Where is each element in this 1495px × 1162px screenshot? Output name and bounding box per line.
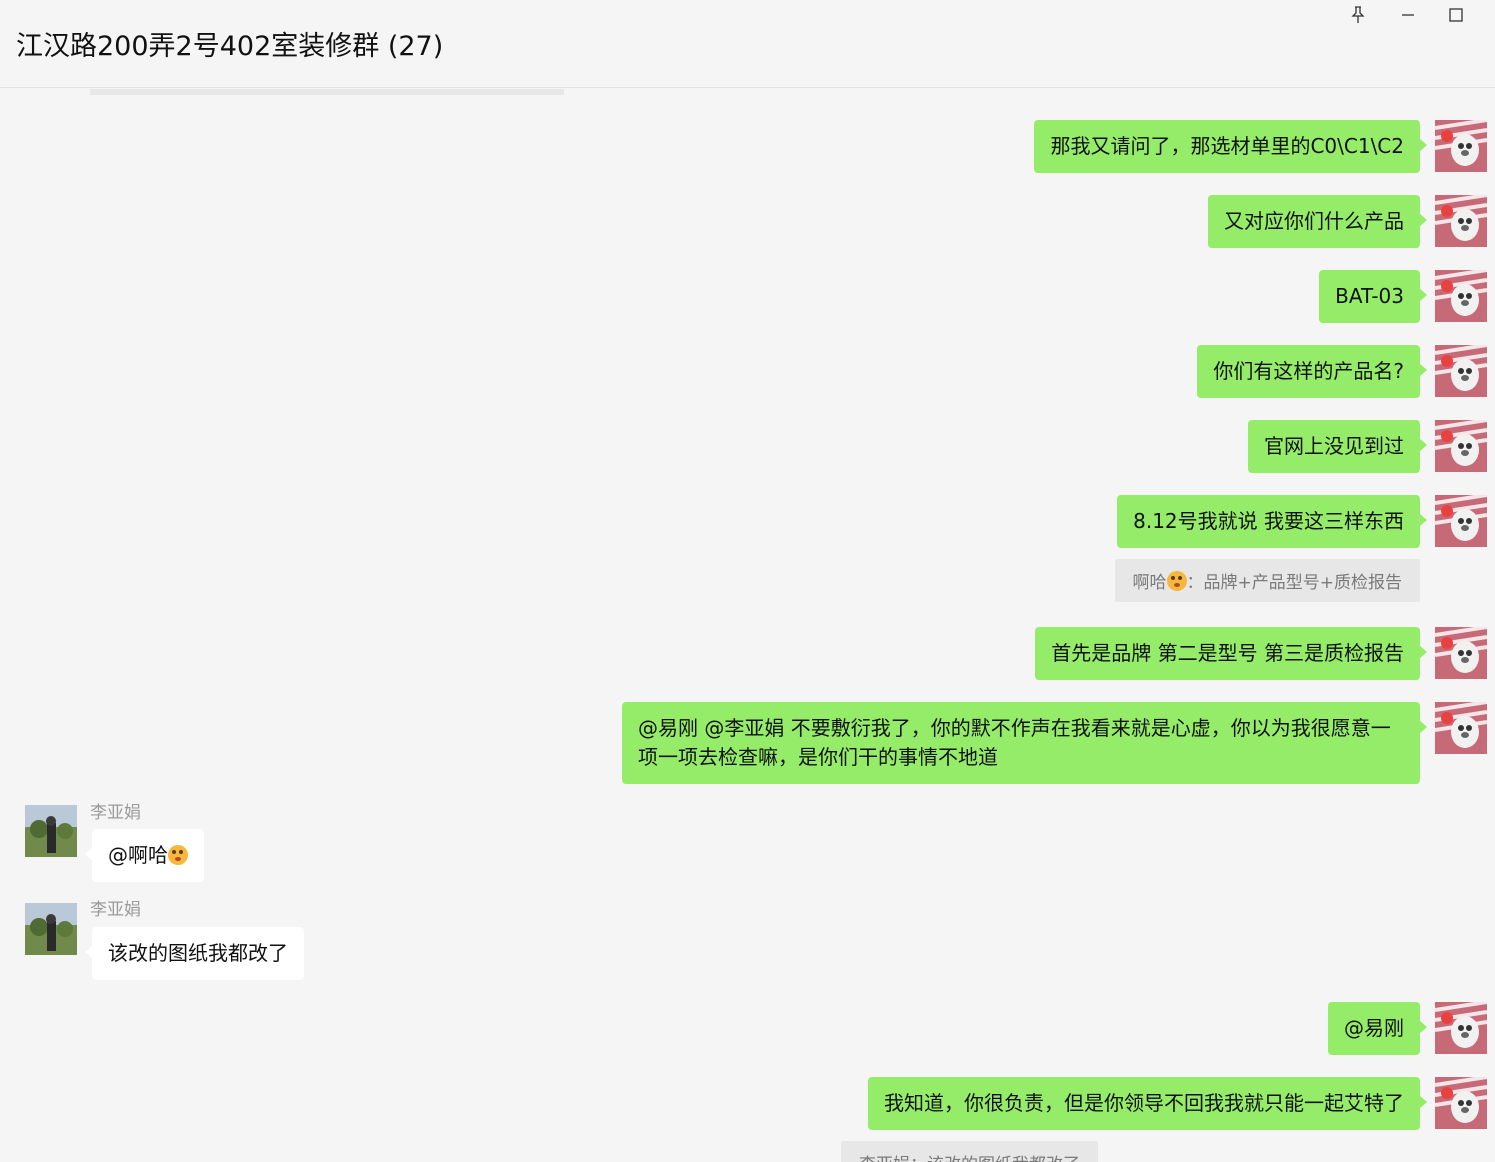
quote-block-partial [90, 89, 564, 95]
message-bubble-self[interactable]: @易刚 @李亚娟 不要敷衍我了，你的默不作声在我看来就是心虚，你以为我很愿意一项… [622, 702, 1427, 784]
message-bubble-other[interactable]: @啊哈 [85, 829, 204, 882]
chat-header: 江汉路200弄2号402室装修群 (27) [0, 0, 1495, 88]
self-avatar[interactable] [1435, 120, 1487, 172]
self-avatar[interactable] [1435, 1077, 1487, 1129]
message-bubble-self[interactable]: 首先是品牌 第二是型号 第三是质检报告 [1035, 627, 1427, 680]
self-avatar[interactable] [1435, 270, 1487, 322]
message-bubble-self[interactable]: 我知道，你很负责，但是你领导不回我我就只能一起艾特了 [868, 1077, 1427, 1130]
quoted-sender: 啊哈 [1132, 573, 1167, 593]
contact-avatar[interactable] [25, 805, 77, 857]
self-avatar[interactable] [1435, 1002, 1487, 1054]
message-bubble-other[interactable]: 该改的图纸我都改了 [85, 927, 304, 980]
sender-name: 李亚娟 [90, 803, 141, 823]
message-bubble-self[interactable]: 你们有这样的产品名? [1197, 345, 1427, 398]
flushed-emoji-icon [168, 845, 188, 865]
quoted-reply[interactable]: 啊哈 ：品牌+产品型号+质检报告 [1114, 559, 1420, 602]
message-text: @啊哈 [108, 843, 168, 867]
chat-title: 江汉路200弄2号402室装修群 (27) [16, 31, 444, 62]
pin-button[interactable] [1345, 2, 1371, 28]
flushed-emoji-icon [1166, 571, 1187, 591]
self-avatar[interactable] [1435, 702, 1487, 754]
message-bubble-self[interactable]: 那我又请问了，那选材单里的C0\C1\C2 [1034, 120, 1427, 173]
quoted-text: ：品牌+产品型号+质检报告 [1186, 573, 1403, 593]
message-bubble-self[interactable]: 8.12号我就说 我要这三样东西 [1117, 495, 1427, 548]
self-avatar[interactable] [1435, 495, 1487, 547]
maximize-button[interactable] [1443, 2, 1469, 28]
quoted-reply[interactable]: 李亚娟：该改的图纸我都改了 [841, 1141, 1098, 1162]
contact-avatar[interactable] [25, 903, 77, 955]
self-avatar[interactable] [1435, 195, 1487, 247]
self-avatar[interactable] [1435, 420, 1487, 472]
minimize-icon [1402, 14, 1414, 16]
self-avatar[interactable] [1435, 627, 1487, 679]
pin-icon [1351, 6, 1365, 23]
message-list[interactable]: 那我又请问了，那选材单里的C0\C1\C2 又对应你们什么产品 BAT-03 你… [0, 89, 1495, 1162]
message-bubble-self[interactable]: @易刚 [1328, 1002, 1427, 1055]
minimize-button[interactable] [1395, 2, 1421, 28]
message-bubble-self[interactable]: BAT-03 [1319, 270, 1427, 323]
self-avatar[interactable] [1435, 345, 1487, 397]
message-bubble-self[interactable]: 官网上没见到过 [1248, 420, 1427, 473]
message-bubble-self[interactable]: 又对应你们什么产品 [1208, 195, 1427, 248]
sender-name: 李亚娟 [90, 900, 141, 920]
maximize-icon [1449, 8, 1463, 22]
